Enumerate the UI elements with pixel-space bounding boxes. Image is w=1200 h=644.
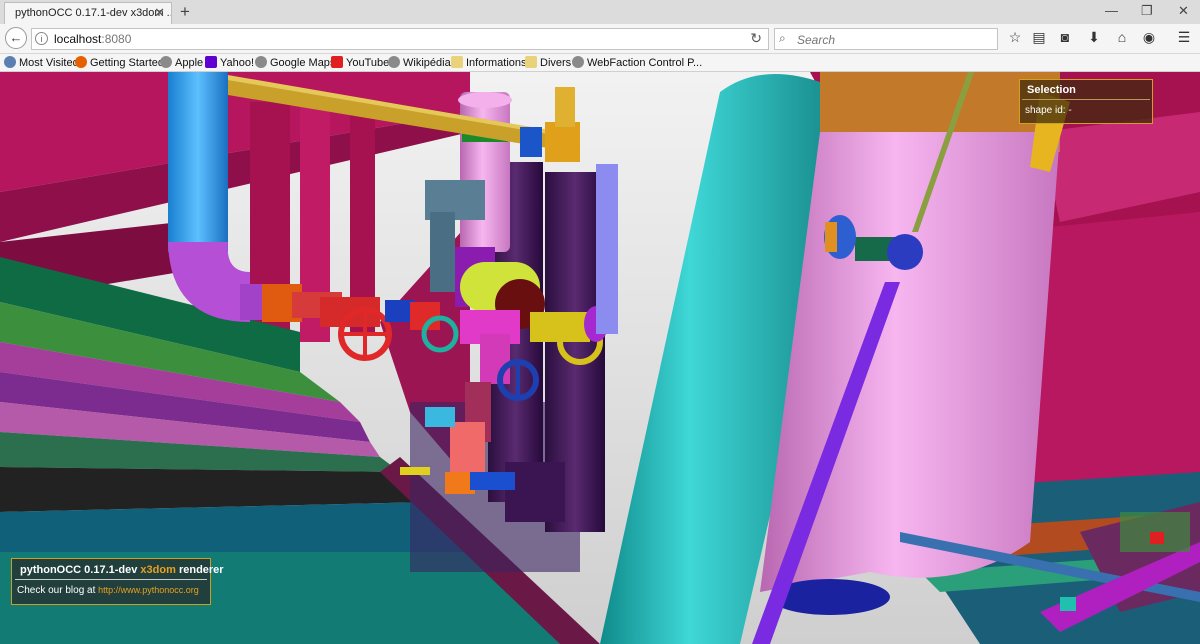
bookmark-label: Wikipédia [403, 57, 451, 69]
shape-id-value: - [1068, 105, 1072, 116]
info-title-accent: x3dom [140, 564, 176, 576]
selection-body: shape id: - [1020, 100, 1152, 121]
url-port: :8080 [101, 32, 132, 46]
bookmark-yahoo[interactable]: Yahoo! [205, 56, 254, 69]
globe-icon [160, 56, 172, 68]
bookmark-star-icon[interactable]: ☆ [1006, 29, 1024, 46]
restore-button[interactable]: ❐ [1141, 3, 1153, 19]
bookmark-label: Divers [540, 57, 572, 69]
minimize-button[interactable]: — [1105, 3, 1118, 18]
bookmark-webfaction[interactable]: WebFaction Control P... [572, 56, 702, 69]
bookmark-label: Yahoo! [220, 57, 255, 69]
bookmarks-list-icon[interactable]: ▤ [1030, 29, 1048, 46]
url-text: localhost:8080 [54, 32, 131, 46]
arrow-left-icon: ← [9, 30, 23, 45]
bookmark-google-maps[interactable]: Google Maps [255, 56, 335, 69]
search-box[interactable]: ⌕ [774, 28, 998, 50]
bookmark-label: WebFaction Control P... [587, 57, 703, 69]
reload-icon[interactable]: ↻ [750, 30, 762, 47]
selection-panel: Selection shape id: - [1019, 79, 1153, 124]
blog-text: Check our blog at [17, 585, 99, 596]
bookmark-youtube[interactable]: YouTube [331, 56, 389, 69]
bookmarks-bar: Most Visited Getting Started Apple Yahoo… [0, 54, 1200, 72]
bookmark-divers[interactable]: Divers [525, 56, 571, 69]
download-icon[interactable]: ⬇ [1085, 29, 1103, 46]
bookmark-label: Informations [466, 57, 527, 69]
bookmark-label: Most Visited [19, 57, 79, 69]
info-title: pythonOCC 0.17.1-dev x3dom renderer [15, 559, 224, 580]
bookmark-label: Apple [175, 57, 204, 69]
menu-icon[interactable]: ☰ [1175, 29, 1193, 46]
search-input[interactable] [795, 31, 995, 49]
bookmark-label: Getting Started [90, 57, 164, 69]
firefox-icon [75, 56, 87, 68]
info-title-suffix: renderer [175, 564, 224, 576]
url-bar[interactable]: i localhost:8080 ↻ [31, 28, 769, 50]
bookmark-label: Google Maps [270, 57, 336, 69]
gear-icon [4, 56, 16, 68]
yahoo-icon [205, 56, 217, 68]
url-host: localhost [54, 32, 102, 46]
folder-icon [525, 56, 537, 68]
pocket-icon[interactable]: ◙ [1056, 29, 1074, 45]
new-tab-button[interactable]: + [180, 1, 190, 23]
info-body: Check our blog at http://www.pythonocc.o… [12, 580, 210, 601]
tab-active[interactable]: pythonOCC 0.17.1-dev x3dom ... ✕ [4, 2, 172, 24]
bookmark-apple[interactable]: Apple [160, 56, 203, 69]
close-window-button[interactable]: ✕ [1178, 3, 1189, 19]
youtube-icon [331, 56, 343, 68]
sync-icon[interactable]: ◉ [1140, 29, 1158, 46]
bookmark-getting-started[interactable]: Getting Started [75, 56, 164, 69]
bookmark-wikipedia[interactable]: Wikipédia [388, 56, 451, 69]
tab-bar: pythonOCC 0.17.1-dev x3dom ... ✕ + — ❐ ✕ [0, 0, 1200, 24]
blog-link[interactable]: http://www.pythonocc.org [98, 585, 199, 595]
globe-icon [388, 56, 400, 68]
shape-id-label: shape id: [1025, 105, 1066, 116]
globe-icon [572, 56, 584, 68]
globe-icon [255, 56, 267, 68]
tab-close-icon[interactable]: ✕ [154, 3, 165, 23]
back-button[interactable]: ← [5, 27, 27, 49]
folder-icon [451, 56, 463, 68]
info-icon[interactable]: i [35, 32, 48, 45]
search-icon: ⌕ [779, 31, 786, 45]
bookmark-informations[interactable]: Informations [451, 56, 527, 69]
home-icon[interactable]: ⌂ [1113, 29, 1131, 45]
bookmark-most-visited[interactable]: Most Visited [4, 56, 79, 69]
selection-title: Selection [1022, 80, 1150, 100]
info-title-prefix: pythonOCC 0.17.1-dev [20, 564, 141, 576]
tab-title: pythonOCC 0.17.1-dev x3dom ... [15, 7, 172, 19]
bookmark-label: YouTube [346, 57, 390, 69]
info-panel: pythonOCC 0.17.1-dev x3dom renderer Chec… [11, 558, 224, 605]
